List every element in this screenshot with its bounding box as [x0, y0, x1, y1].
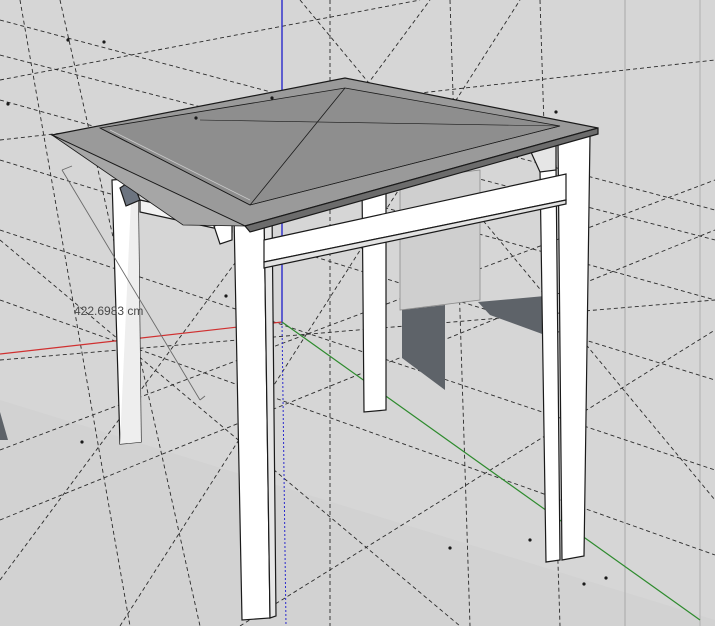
- post-back-center: [361, 175, 387, 413]
- guide-point: [6, 102, 10, 106]
- guide-point: [554, 110, 558, 114]
- back-wall: [399, 169, 481, 311]
- back-wall-face: [399, 169, 481, 311]
- guide-point: [194, 116, 198, 120]
- 3d-modeling-viewport[interactable]: 422.6983 cm: [0, 0, 715, 626]
- guide-point: [224, 294, 228, 298]
- guide-point: [66, 38, 70, 42]
- guide-point: [102, 40, 106, 44]
- guide-point: [604, 576, 608, 580]
- guide-point: [448, 546, 452, 550]
- guide-point: [270, 96, 274, 100]
- guide-point: [582, 582, 586, 586]
- guide-point: [528, 538, 532, 542]
- dimension-label: 422.6983 cm: [74, 304, 144, 318]
- guide-point: [80, 440, 84, 444]
